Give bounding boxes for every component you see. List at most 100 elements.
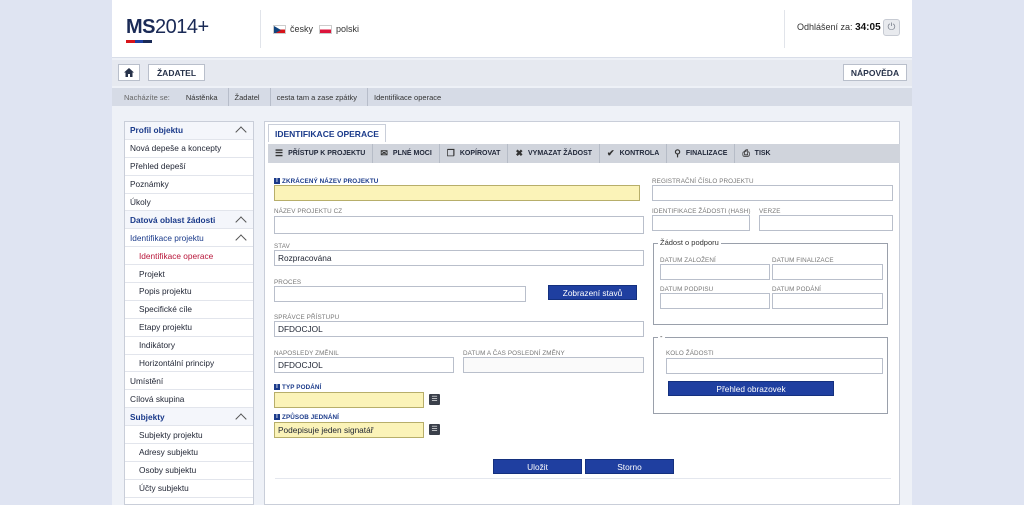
round-fieldset: - KOLO ŽÁDOSTI Přehled obrazovek	[653, 332, 888, 414]
hash-input	[652, 215, 750, 231]
sidebar-item-osoby-subjektu[interactable]: Osoby subjektu	[125, 462, 253, 480]
toolbar-label: PLNÉ MOCI	[392, 150, 432, 157]
screens-overview-button[interactable]: Přehled obrazovek	[668, 381, 834, 396]
toolbar-plne-moci-button[interactable]: ✉ PLNÉ MOCI	[373, 144, 440, 163]
sidebar-item-label: Umístění	[130, 375, 164, 386]
toolbar: ☰ PŘÍSTUP K PROJEKTU ✉ PLNÉ MOCI ❐ KOPÍROVA…	[268, 144, 900, 163]
toolbar-label: KOPÍROVAT	[459, 150, 501, 157]
home-button[interactable]	[118, 64, 140, 81]
toolbar-finalizace-button[interactable]: ⚲ FINALIZACE	[667, 144, 736, 163]
sidebar-item-indikatory[interactable]: Indikátory	[125, 337, 253, 355]
name-cz-input[interactable]	[274, 216, 644, 234]
help-button[interactable]: NÁPOVĚDA	[843, 64, 907, 81]
toolbar-kontrola-button[interactable]: ✔ KONTROLA	[600, 144, 668, 163]
logout-time: 34:05	[855, 22, 881, 33]
toolbar-label: PŘÍSTUP K PROJEKTU	[288, 150, 366, 157]
state-input: Rozpracována	[274, 250, 644, 266]
access-admin-input: DFDOCJOL	[274, 321, 644, 337]
signed-date-label: DATUM PODPISU	[660, 286, 714, 293]
cancel-button[interactable]: Storno	[585, 459, 674, 474]
chevron-up-icon[interactable]	[235, 126, 247, 139]
sidebar-item-profil-objektu[interactable]: Profil objektu	[125, 122, 253, 140]
toolbar-pristup-button[interactable]: ☰ PŘÍSTUP K PROJEKTU	[268, 144, 374, 163]
toolbar-label: VYMAZAT ŽÁDOST	[528, 150, 593, 157]
access-admin-label: SPRÁVCE PŘÍSTUPU	[274, 314, 340, 321]
support-legend: Žádost o podporu	[658, 238, 721, 247]
sidebar-item-label: Přehled depeší	[130, 161, 186, 172]
round-legend: -	[658, 332, 665, 341]
sidebar-item-horizontalni-principy[interactable]: Horizontální principy	[125, 355, 253, 373]
last-changed-label: NAPOSLEDY ZMĚNIL	[274, 350, 339, 357]
logout-label: Odhlášení za:	[797, 22, 853, 32]
info-icon: i	[274, 384, 280, 391]
sidebar-item-label: Projekt	[139, 268, 165, 279]
list-icon[interactable]: ☰	[429, 394, 440, 405]
sidebar-item-label: Profil objektu	[130, 125, 184, 136]
sidebar-item-popis-projektu[interactable]: Popis projektu	[125, 283, 253, 301]
short-name-label-text: ZKRÁCENÝ NÁZEV PROJEKTU	[282, 178, 379, 185]
home-icon	[124, 68, 134, 77]
toolbar-label: FINALIZACE	[685, 150, 728, 157]
divider	[275, 478, 891, 479]
submitted-date-input	[772, 293, 883, 309]
last-change-date-input	[463, 357, 644, 373]
sidebar-item-label: Adresy subjektu	[139, 447, 199, 458]
sidebar-item-cilova-skupina[interactable]: Cílová skupina	[125, 390, 253, 409]
app-frame: MS2014+ česky polski Odhlášení za: 34:05…	[112, 0, 912, 505]
toolbar-kopirovat-button[interactable]: ❐ KOPÍROVAT	[440, 144, 509, 163]
final-date-label: DATUM FINALIZACE	[772, 257, 834, 264]
sidebar-item-projekt[interactable]: Projekt	[125, 265, 253, 284]
process-label: PROCES	[274, 279, 302, 286]
sidebar-item-nova-depese[interactable]: Nová depeše a koncepty	[125, 140, 253, 158]
breadcrumb-item[interactable]: Nástěnka	[180, 88, 229, 106]
round-input	[666, 358, 883, 374]
top-nav: ŽADATEL NÁPOVĚDA	[112, 60, 912, 86]
tab-identifikace-operace[interactable]: IDENTIFIKACE OPERACE	[268, 124, 386, 142]
chevron-up-icon[interactable]	[235, 234, 247, 246]
breadcrumb-item[interactable]: Žadatel	[229, 88, 271, 106]
sidebar-item-adresy-subjektu[interactable]: Adresy subjektu	[125, 444, 253, 462]
toolbar-label: TISK	[754, 150, 771, 157]
submit-type-input[interactable]	[274, 392, 424, 408]
final-date-input	[772, 264, 883, 280]
submit-type-label: i TYP PODÁNÍ	[274, 384, 321, 391]
last-change-date-label: DATUM A ČAS POSLEDNÍ ZMĚNY	[463, 350, 565, 357]
chevron-up-icon[interactable]	[235, 216, 247, 228]
sidebar-item-specificke-cile[interactable]: Specifické cíle	[125, 301, 253, 319]
sidebar-item-label: Popis projektu	[139, 286, 192, 297]
sidebar-item-label: Účty subjektu	[139, 483, 189, 494]
sidebar-item-prehled-depesi[interactable]: Přehled depeší	[125, 158, 253, 176]
submitted-date-label: DATUM PODÁNÍ	[772, 286, 822, 293]
save-button[interactable]: Uložit	[493, 459, 582, 474]
sidebar-item-etapy-projektu[interactable]: Etapy projektu	[125, 319, 253, 337]
logout-timer: Odhlášení za: 34:05	[797, 22, 881, 33]
sidebar-item-ukoly[interactable]: Úkoly	[125, 194, 253, 212]
sidebar-item-poznamky[interactable]: Poznámky	[125, 176, 253, 194]
hash-label: IDENTIFIKACE ŽÁDOSTI (HASH)	[652, 208, 751, 215]
sidebar-item-ucty-subjektu[interactable]: Účty subjektu	[125, 480, 253, 498]
sidebar-item-identifikace-operace[interactable]: Identifikace operace	[125, 247, 253, 266]
acting-input[interactable]: Podepisuje jeden signatář	[274, 422, 424, 438]
chevron-up-icon[interactable]	[235, 413, 247, 425]
version-input	[759, 215, 893, 231]
breadcrumb-item[interactable]: cesta tam a zase zpátky	[271, 88, 369, 106]
toolbar-vymazat-button[interactable]: ✖ VYMAZAT ŽÁDOST	[508, 144, 601, 163]
short-name-input[interactable]	[274, 185, 640, 201]
lang-czech[interactable]: česky	[273, 24, 313, 34]
sidebar-item-subjekty[interactable]: Subjekty	[125, 408, 253, 427]
sidebar-item-datova-oblast[interactable]: Datová oblast žádosti	[125, 211, 253, 230]
lang-polish[interactable]: polski	[319, 24, 359, 34]
list-icon[interactable]: ☰	[429, 424, 440, 435]
zadatel-button[interactable]: ŽADATEL	[148, 64, 205, 81]
states-button[interactable]: Zobrazení stavů	[548, 285, 637, 300]
sidebar-item-identifikace-projektu[interactable]: Identifikace projektu	[125, 229, 253, 248]
sidebar-item-label: Identifikace projektu	[130, 232, 204, 243]
process-input[interactable]	[274, 286, 526, 302]
power-icon[interactable]: ⏻	[883, 19, 900, 36]
sidebar-item-umisteni[interactable]: Umístění	[125, 372, 253, 391]
info-icon: i	[274, 414, 280, 421]
created-date-label: DATUM ZALOŽENÍ	[660, 257, 716, 264]
flag-cz-icon	[273, 24, 286, 34]
toolbar-tisk-button[interactable]: ⎙ TISK	[735, 144, 777, 163]
sidebar-item-subjekty-projektu[interactable]: Subjekty projektu	[125, 426, 253, 445]
